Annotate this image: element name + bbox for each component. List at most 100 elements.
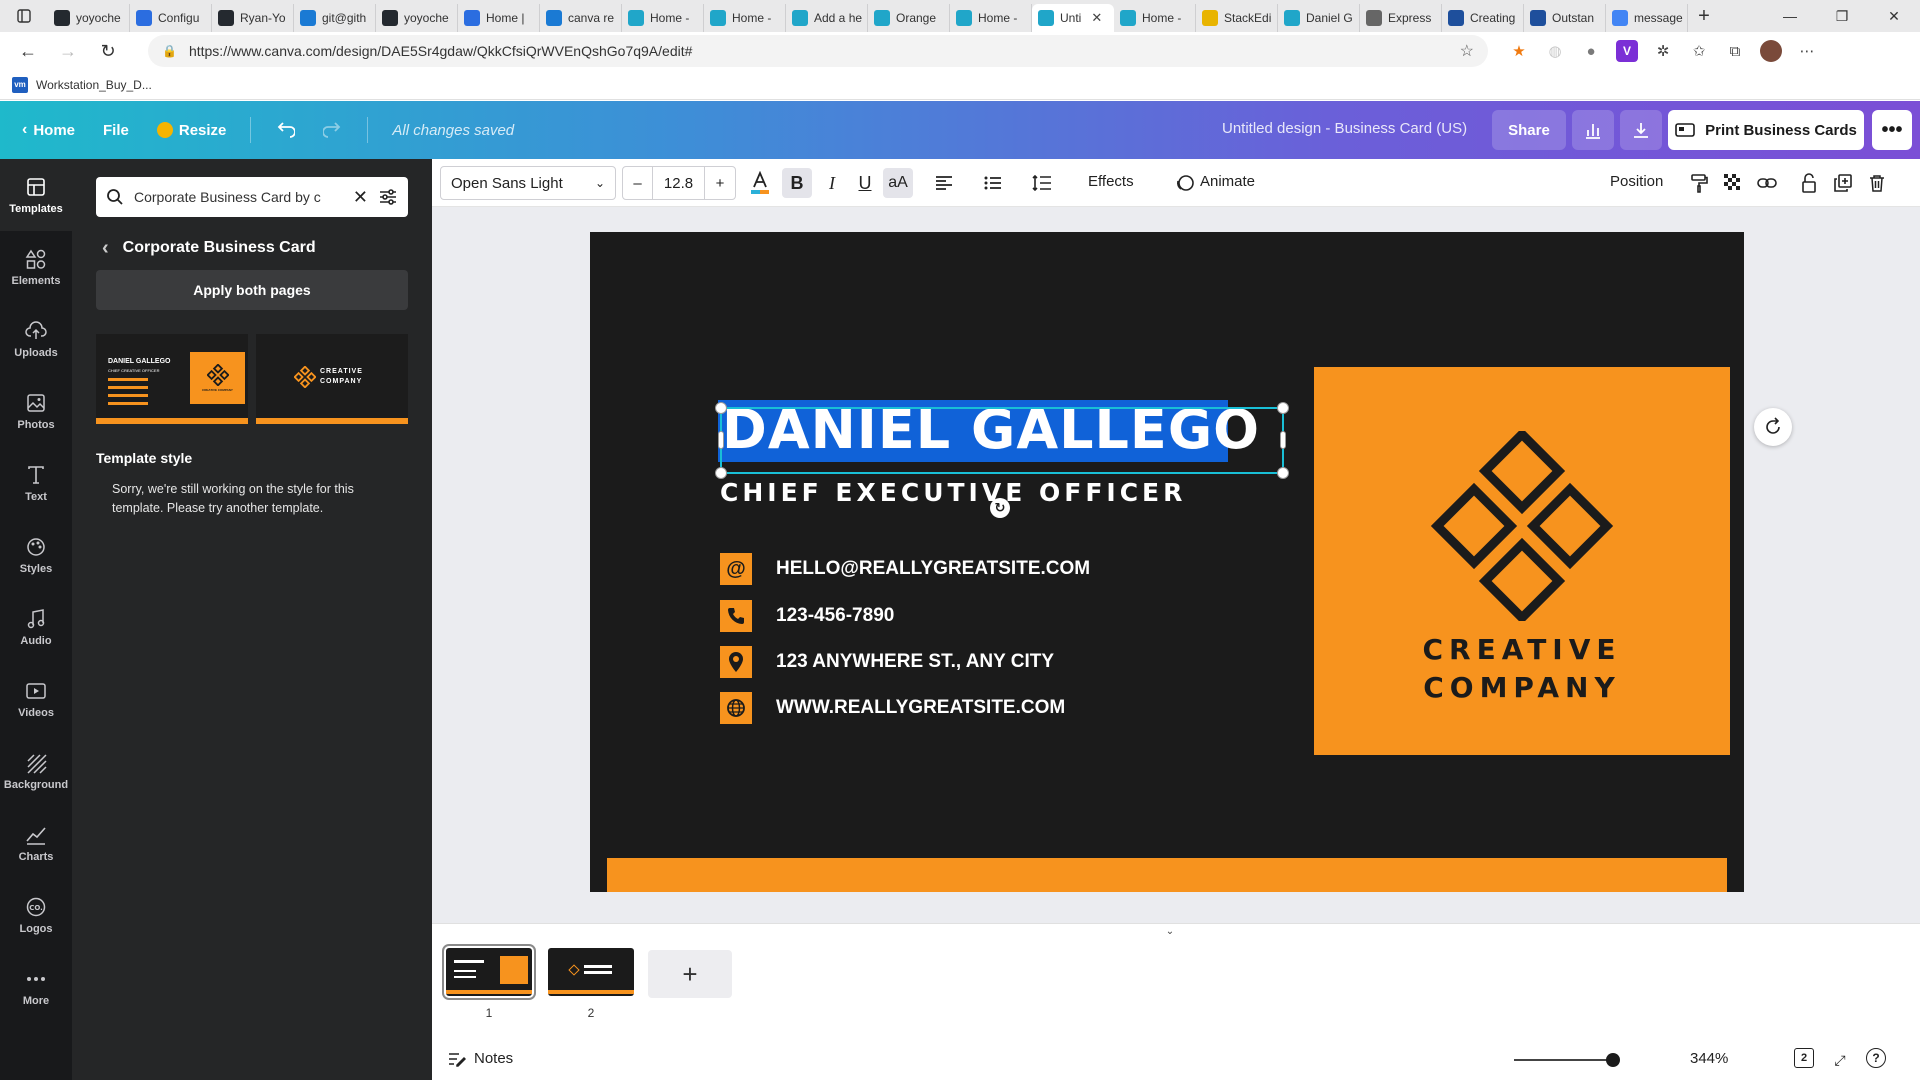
extension-grey-icon[interactable]: ◍ [1544,40,1566,62]
browser-tab[interactable]: Configu [130,4,212,32]
effects-button[interactable]: Effects [1088,173,1134,190]
increase-font-size-button[interactable]: + [705,167,735,199]
collapse-pages-handle[interactable]: ⌄ [1142,924,1198,938]
resize-handle-right[interactable] [1280,431,1286,449]
browser-tab[interactable]: message [1606,4,1688,32]
resize-handle-left[interactable] [718,431,724,449]
document-title[interactable]: Untitled design - Business Card (US) [1222,120,1467,137]
rail-item-text[interactable]: Text [0,447,72,519]
home-button[interactable]: ‹ Home [8,110,89,150]
rotate-handle-icon[interactable]: ↻ [990,498,1010,518]
insights-button[interactable] [1572,110,1614,150]
download-button[interactable] [1620,110,1662,150]
browser-tab[interactable]: git@gith [294,4,376,32]
rail-item-templates[interactable]: Templates [0,159,72,231]
rail-item-charts[interactable]: Charts [0,807,72,879]
resize-handle-top-left[interactable] [715,402,727,414]
redo-button[interactable] [309,110,357,150]
extension-v-icon[interactable]: V [1616,40,1638,62]
browser-menu-icon[interactable]: ⋯ [1796,40,1818,62]
underline-button[interactable]: U [850,168,880,198]
share-button[interactable]: Share [1492,110,1566,150]
page-thumbnail-1[interactable] [442,944,536,1000]
align-button[interactable] [929,168,959,198]
rail-item-logos[interactable]: CO. Logos [0,879,72,951]
browser-tab[interactable]: Home | [458,4,540,32]
back-icon[interactable]: ← [8,32,48,70]
file-menu-button[interactable]: File [89,110,143,150]
close-window-icon[interactable]: ✕ [1868,0,1920,32]
resize-button[interactable]: Resize [143,110,241,150]
help-icon[interactable]: ? [1866,1048,1886,1068]
list-button[interactable] [978,168,1008,198]
filter-icon[interactable] [378,188,398,206]
close-tab-icon[interactable]: ✕ [1091,10,1102,26]
notes-button[interactable]: Notes [448,1050,513,1067]
profile-avatar[interactable] [1760,40,1782,62]
decrease-font-size-button[interactable]: – [623,167,653,199]
browser-tab[interactable]: Add a he [786,4,868,32]
browser-tab[interactable]: yoyoche [376,4,458,32]
browser-tab[interactable]: Outstan [1524,4,1606,32]
browser-tab[interactable]: StackEdi [1196,4,1278,32]
browser-tab[interactable]: Home - [1114,4,1196,32]
browser-tab[interactable]: yoyoche [48,4,130,32]
template-back-button[interactable]: ‹ Corporate Business Card [102,233,316,263]
zoom-level[interactable]: 344% [1690,1050,1728,1067]
letter-case-button[interactable]: aA [883,168,913,198]
extensions-puzzle-icon[interactable]: ✲ [1652,40,1674,62]
tab-actions-menu-icon[interactable] [0,0,48,32]
extension-orange-icon[interactable]: ★ [1508,40,1530,62]
browser-tab[interactable]: Ryan-Yo [212,4,294,32]
reload-icon[interactable]: ↻ [88,32,128,70]
contact-address-row[interactable]: 123 ANYWHERE ST., ANY CITY [720,646,1054,678]
rail-item-styles[interactable]: Styles [0,519,72,591]
rail-item-audio[interactable]: Audio [0,591,72,663]
print-business-cards-button[interactable]: Print Business Cards [1668,110,1864,150]
transparency-button[interactable] [1718,168,1748,198]
collections-icon[interactable]: ⧉ [1724,40,1746,62]
rail-item-photos[interactable]: Photos [0,375,72,447]
page-thumbnail-2[interactable] [548,948,634,996]
new-tab-button[interactable]: + [1688,2,1720,30]
more-options-button[interactable]: ••• [1872,110,1912,150]
zoom-slider-track[interactable] [1514,1059,1614,1061]
browser-tab[interactable]: Daniel G [1278,4,1360,32]
url-field[interactable]: 🔒 https://www.canva.com/design/DAE5Sr4gd… [148,35,1488,67]
bookmark-item[interactable]: Workstation_Buy_D... [36,78,152,92]
position-button[interactable]: Position [1610,173,1663,190]
rail-item-videos[interactable]: Videos [0,663,72,735]
maximize-icon[interactable]: ❐ [1816,0,1868,32]
browser-tab[interactable]: Creating [1442,4,1524,32]
favorites-icon[interactable]: ✩ [1688,40,1710,62]
add-page-button[interactable]: + [648,950,732,998]
link-button[interactable] [1752,168,1782,198]
rail-item-elements[interactable]: Elements [0,231,72,303]
template-search-input[interactable]: Corporate Business Card by c ✕ [96,177,408,217]
font-size-input[interactable]: 12.8 [653,167,705,199]
browser-tab[interactable]: Express [1360,4,1442,32]
extension-circle-icon[interactable]: ● [1580,40,1602,62]
apply-both-pages-button[interactable]: Apply both pages [96,270,408,310]
forward-icon[interactable]: → [48,32,88,70]
contact-email-row[interactable]: @ HELLO@REALLYGREATSITE.COM [720,553,1090,585]
font-family-dropdown[interactable]: Open Sans Light ⌄ [440,166,616,200]
rail-item-more[interactable]: More [0,951,72,1023]
rail-item-background[interactable]: Background [0,735,72,807]
minimize-icon[interactable]: — [1764,0,1816,32]
browser-tab[interactable]: Home - [622,4,704,32]
browser-tab[interactable]: Orange [868,4,950,32]
rail-item-uploads[interactable]: Uploads [0,303,72,375]
template-page-thumbnail-2[interactable]: CREATIVE COMPANY [256,334,408,424]
bold-button[interactable]: B [782,168,812,198]
duplicate-button[interactable] [1828,168,1858,198]
copy-style-button[interactable] [1684,168,1714,198]
fullscreen-icon[interactable]: ⤢ [1828,1048,1852,1072]
delete-button[interactable] [1862,168,1892,198]
company-logo-block[interactable]: CREATIVE COMPANY [1314,367,1730,755]
template-page-thumbnail-1[interactable]: DANIEL GALLEGO CHIEF CREATIVE OFFICER CR… [96,334,248,424]
browser-tab[interactable]: canva re [540,4,622,32]
resize-handle-bottom-right[interactable] [1277,467,1289,479]
favorite-star-icon[interactable]: ☆ [1460,41,1474,61]
resize-handle-top-right[interactable] [1277,402,1289,414]
